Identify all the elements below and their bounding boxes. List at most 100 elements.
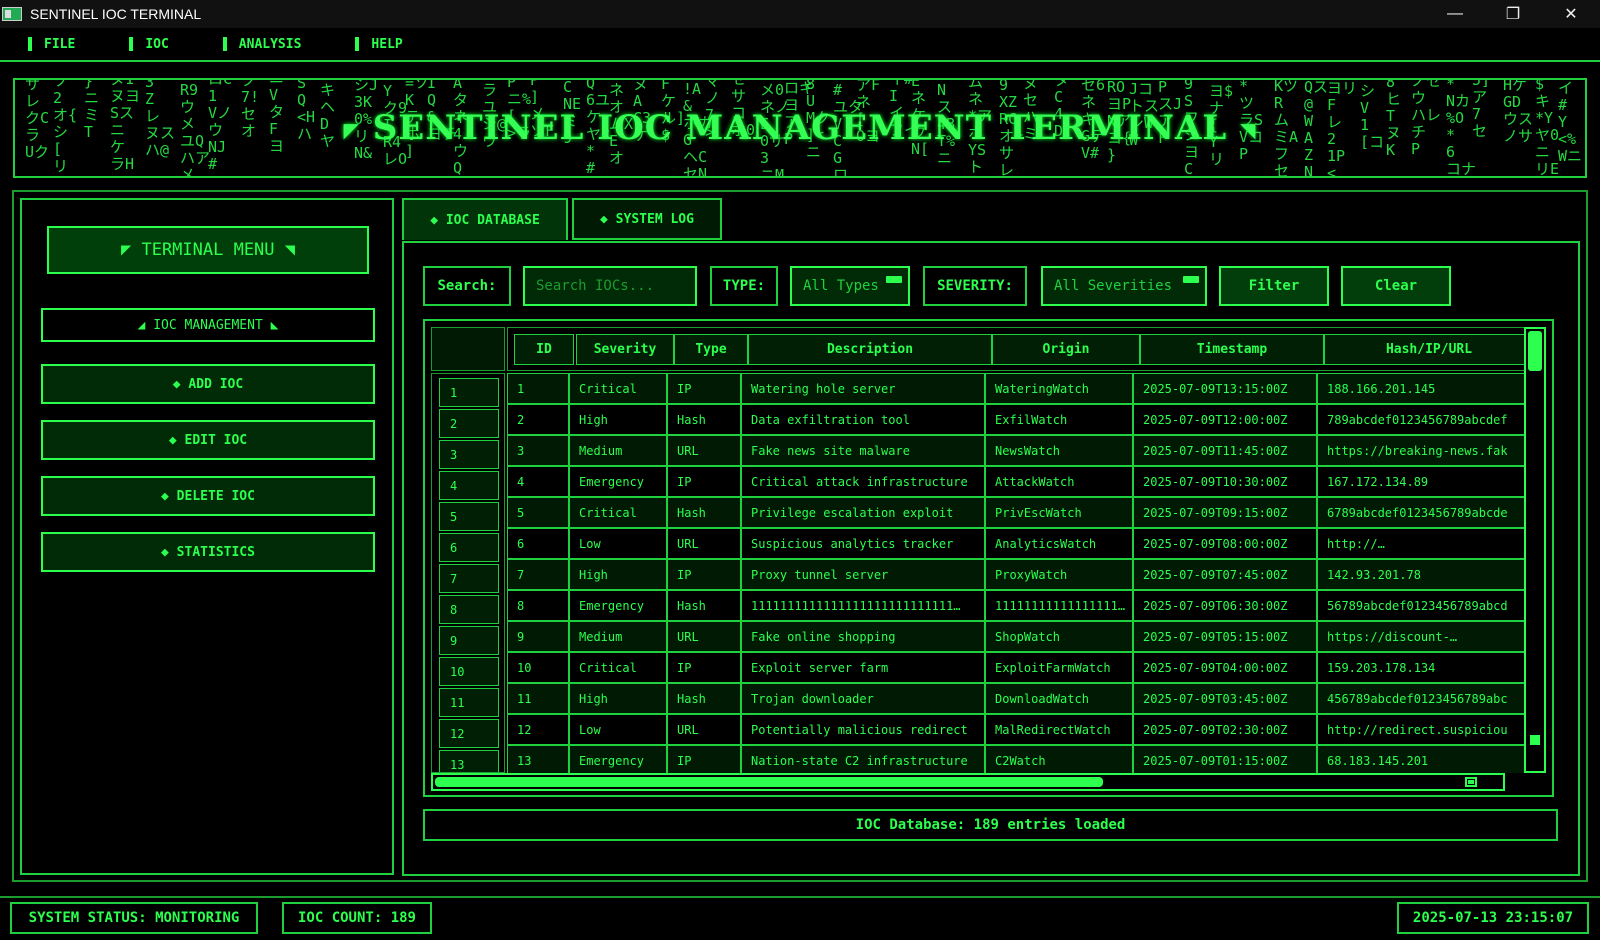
window-controls: — ❐ ✕	[1426, 0, 1600, 28]
table-cell: C2Watch	[985, 745, 1133, 773]
menu-bar: FILE IOC ANALYSIS HELP	[0, 28, 1600, 62]
row-number[interactable]: 3	[439, 440, 499, 469]
table-cell: IP	[667, 373, 741, 404]
minimize-icon[interactable]: —	[1426, 0, 1484, 28]
table-row[interactable]: 13 Emergency IP Nation-state C2 infrastruct…	[507, 745, 1527, 773]
maximize-icon[interactable]: ❐	[1484, 0, 1542, 28]
table-cell: 456789abcdef0123456789abc	[1317, 683, 1527, 714]
table-row[interactable]: 12 Low URL Potentially malicious redirect Ma…	[507, 714, 1527, 745]
delete-ioc-button[interactable]: ◆ DELETE IOC	[41, 476, 375, 516]
row-number[interactable]: 13	[439, 750, 499, 772]
table-row[interactable]: 10 Critical IP Exploit server farm ExploitFa…	[507, 652, 1527, 683]
terminal-menu-header: ◤ TERMINAL MENU ◥	[47, 226, 369, 274]
table-row[interactable]: 4 Emergency IP Critical attack infrastructu…	[507, 466, 1527, 497]
table-cell: WateringWatch	[985, 373, 1133, 404]
statistics-button[interactable]: ◆ STATISTICS	[41, 532, 375, 572]
table-cell: ShopWatch	[985, 621, 1133, 652]
severity-label: SEVERITY:	[923, 266, 1027, 306]
table-status: IOC Database: 189 entries loaded	[423, 809, 1558, 841]
table-cell: IP	[667, 745, 741, 773]
row-number[interactable]: 6	[439, 533, 499, 562]
column-header[interactable]: Description	[748, 334, 992, 365]
filter-button[interactable]: Filter	[1219, 266, 1329, 306]
table-cell: High	[569, 683, 667, 714]
row-number[interactable]: 10	[439, 657, 499, 686]
table-cell: 6789abcdef0123456789abcde	[1317, 497, 1527, 528]
menu-help-label: HELP	[371, 36, 403, 52]
tab-ioc-database[interactable]: ◆ IOC DATABASE	[402, 198, 568, 240]
menu-bar-marker	[222, 37, 227, 51]
menu-analysis[interactable]: ANALYSIS	[222, 37, 301, 52]
ioc-database-panel: Search: Search IOCs... TYPE: All Types S…	[402, 241, 1580, 876]
table-row[interactable]: 9 Medium URL Fake online shopping ShopWatch 2…	[507, 621, 1527, 652]
column-header[interactable]: ID	[514, 334, 574, 365]
horizontal-scroll-thumb[interactable]	[435, 777, 1103, 787]
scroll-down-icon[interactable]	[1530, 735, 1540, 745]
row-number[interactable]: 2	[439, 409, 499, 438]
table-cell: 142.93.201.78	[1317, 559, 1527, 590]
table-cell: 13	[507, 745, 569, 773]
row-number[interactable]: 5	[439, 502, 499, 531]
table-cell: 2025-07-09T11:45:00Z	[1133, 435, 1317, 466]
table-cell: 167.172.134.89	[1317, 466, 1527, 497]
severity-select-value: All Severities	[1054, 278, 1173, 294]
ioc-management-section[interactable]: ◢ IOC MANAGEMENT ◣	[41, 308, 375, 342]
table-cell: 7	[507, 559, 569, 590]
table-cell: Trojan downloader	[741, 683, 985, 714]
column-header[interactable]: Type	[674, 334, 748, 365]
table-cell: 2025-07-09T02:30:00Z	[1133, 714, 1317, 745]
table-row[interactable]: 11 High Hash Trojan downloader DownloadWatch…	[507, 683, 1527, 714]
window-title: SENTINEL IOC TERMINAL	[30, 6, 202, 22]
table-cell: 11	[507, 683, 569, 714]
table-cell: IP	[667, 559, 741, 590]
row-number[interactable]: 9	[439, 626, 499, 655]
column-header[interactable]: Severity	[576, 334, 674, 365]
table-corner	[431, 327, 505, 371]
table-cell: 9	[507, 621, 569, 652]
table-cell: Exploit server farm	[741, 652, 985, 683]
clear-button[interactable]: Clear	[1341, 266, 1451, 306]
search-input[interactable]: Search IOCs...	[523, 266, 697, 306]
app-icon	[2, 7, 22, 21]
column-header[interactable]: Origin	[992, 334, 1140, 365]
severity-select[interactable]: All Severities	[1041, 266, 1207, 306]
table-cell: 2025-07-09T13:15:00Z	[1133, 373, 1317, 404]
close-icon[interactable]: ✕	[1542, 0, 1600, 28]
table-cell: IP	[667, 652, 741, 683]
table-cell: 12	[507, 714, 569, 745]
table-row[interactable]: 6 Low URL Suspicious analytics tracker Analy…	[507, 528, 1527, 559]
add-ioc-button[interactable]: ◆ ADD IOC	[41, 364, 375, 404]
edit-ioc-button[interactable]: ◆ EDIT IOC	[41, 420, 375, 460]
menu-ioc[interactable]: IOC	[129, 37, 169, 52]
table-cell: Fake news site malware	[741, 435, 985, 466]
table-row[interactable]: 1 Critical IP Watering hole server WateringW…	[507, 373, 1527, 404]
type-select[interactable]: All Types	[790, 266, 910, 306]
dropdown-icon	[886, 276, 902, 283]
row-number[interactable]: 12	[439, 719, 499, 748]
table-cell: 6	[507, 528, 569, 559]
horizontal-scrollbar[interactable]	[431, 773, 1505, 791]
table-cell: Data exfiltration tool	[741, 404, 985, 435]
table-cell: 2025-07-09T07:45:00Z	[1133, 559, 1317, 590]
row-number[interactable]: 7	[439, 564, 499, 593]
table-row[interactable]: 2 High Hash Data exfiltration tool ExfilWatc…	[507, 404, 1527, 435]
table-row[interactable]: 7 High IP Proxy tunnel server ProxyWatch 2025…	[507, 559, 1527, 590]
row-number[interactable]: 1	[439, 378, 499, 407]
table-row[interactable]: 8 Emergency Hash 11111111111111111111111111…	[507, 590, 1527, 621]
table-cell: Suspicious analytics tracker	[741, 528, 985, 559]
table-row[interactable]: 5 Critical Hash Privilege escalation exploi…	[507, 497, 1527, 528]
table-cell: Low	[569, 714, 667, 745]
column-header[interactable]: Hash/IP/URL	[1324, 334, 1526, 365]
scroll-right-icon[interactable]	[1465, 777, 1477, 787]
row-number[interactable]: 8	[439, 595, 499, 624]
table-row[interactable]: 3 Medium URL Fake news site malware NewsWatc…	[507, 435, 1527, 466]
menu-file[interactable]: FILE	[28, 37, 75, 52]
row-number[interactable]: 11	[439, 688, 499, 717]
sidebar: ◤ TERMINAL MENU ◥ ◢ IOC MANAGEMENT ◣ ◆ A…	[20, 198, 394, 875]
vertical-scroll-thumb[interactable]	[1528, 331, 1542, 371]
tab-system-log[interactable]: ◆ SYSTEM LOG	[572, 198, 722, 240]
vertical-scrollbar[interactable]	[1524, 327, 1546, 773]
column-header[interactable]: Timestamp	[1140, 334, 1324, 365]
menu-help[interactable]: HELP	[355, 36, 403, 52]
row-number[interactable]: 4	[439, 471, 499, 500]
